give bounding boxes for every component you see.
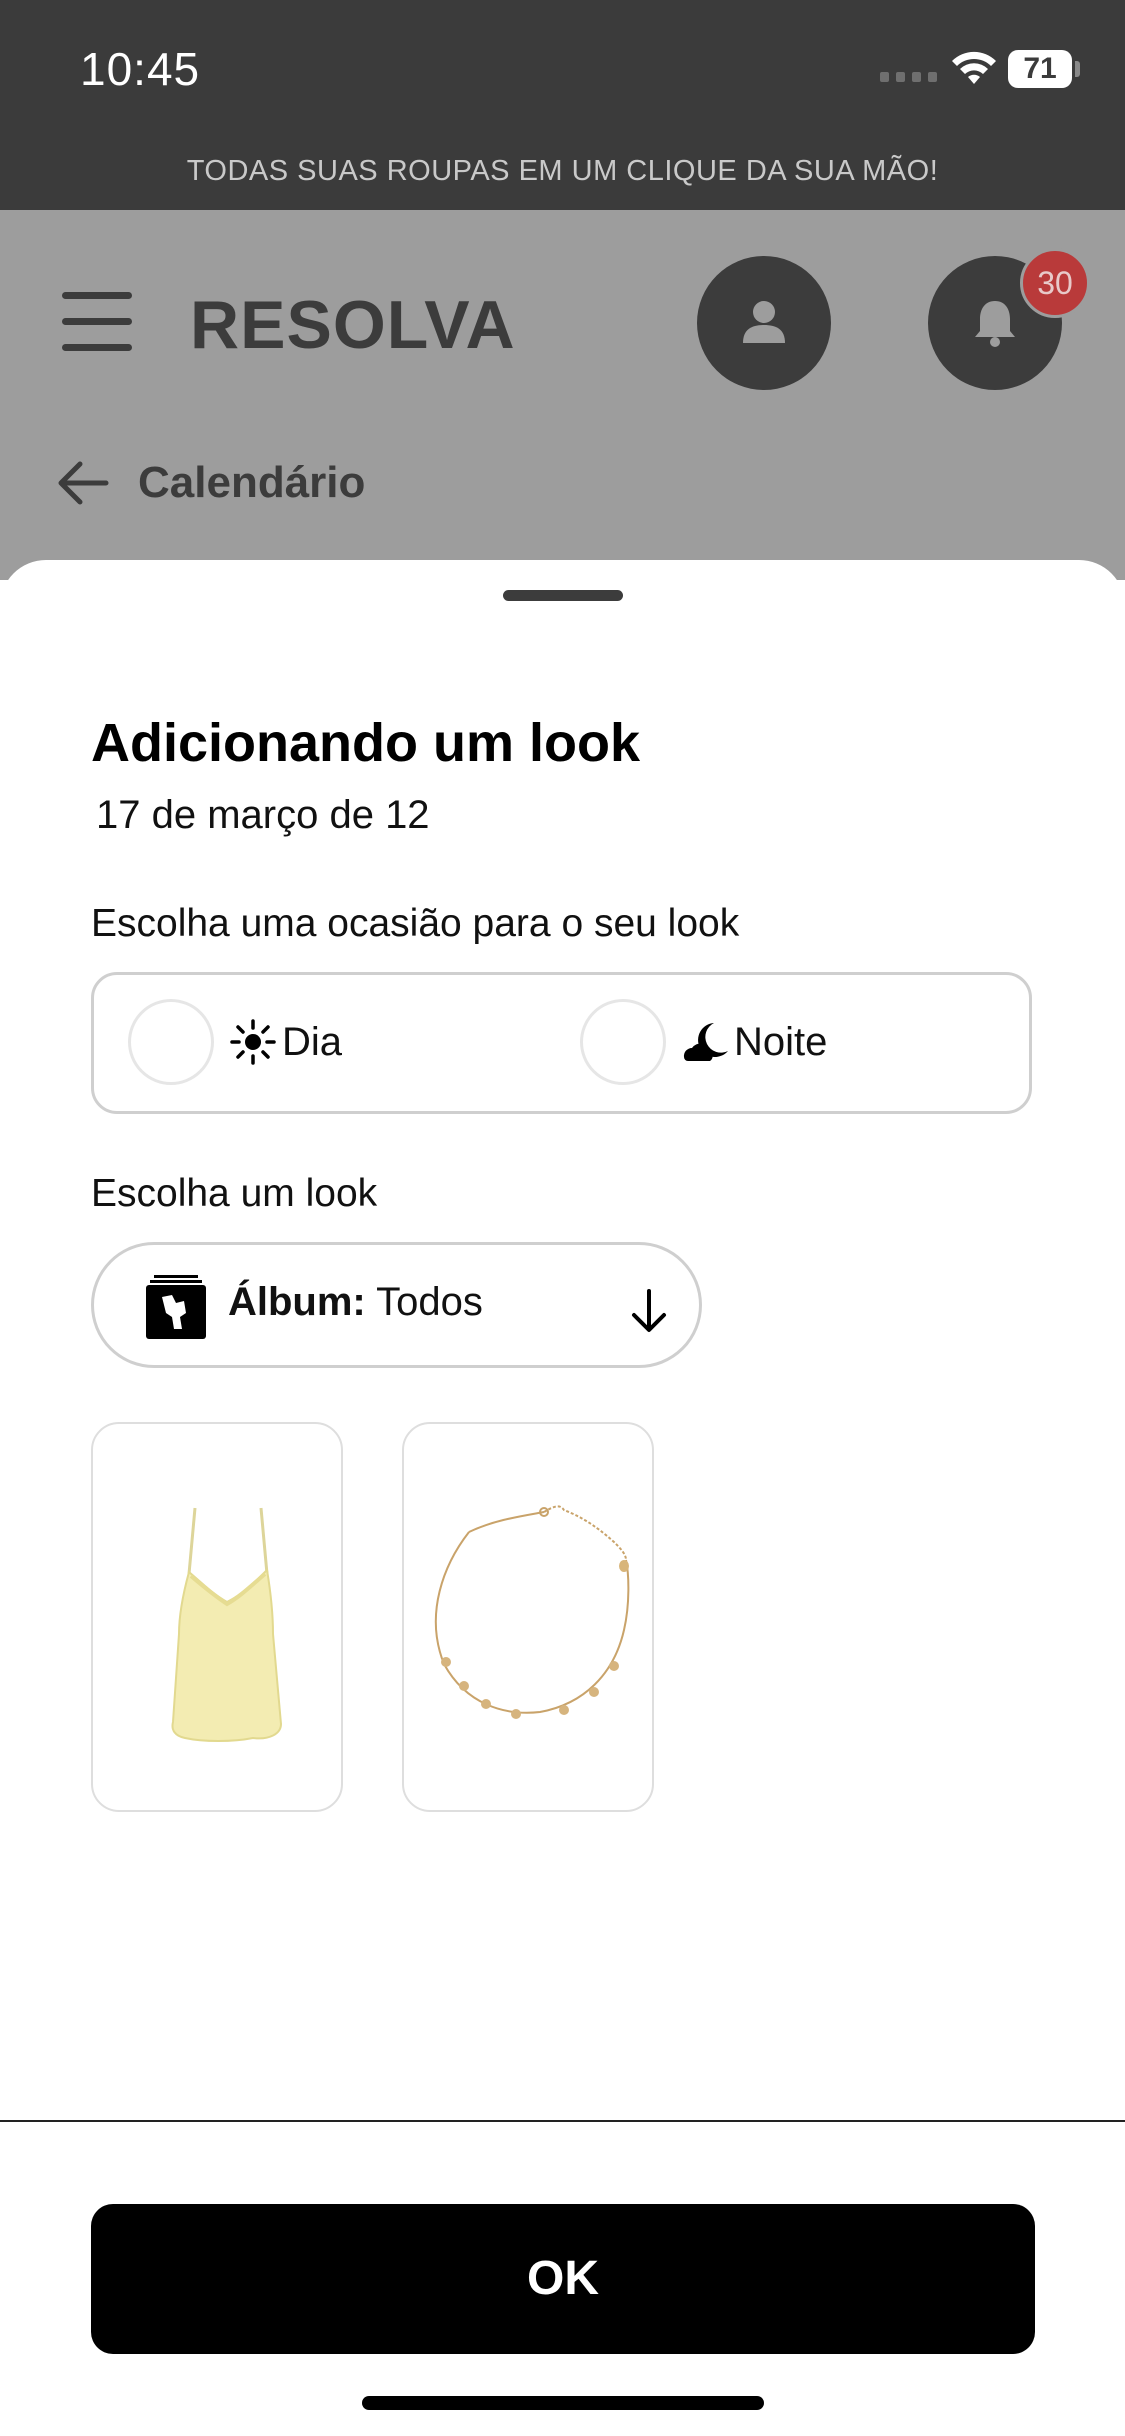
album-selected: Álbum: Todos (228, 1280, 483, 1325)
home-indicator (362, 2396, 764, 2410)
cellular-signal-icon (880, 72, 937, 82)
album-value: Todos (376, 1280, 483, 1324)
status-bar: 10:45 71 (0, 0, 1125, 146)
camisole-image (171, 1507, 283, 1742)
album-icon (146, 1275, 206, 1339)
night-radio[interactable] (580, 999, 666, 1085)
promo-banner: TODAS SUAS ROUPAS EM UM CLIQUE DA SUA MÃ… (0, 146, 1125, 210)
wifi-icon (952, 51, 996, 84)
necklace-image (434, 1505, 630, 1719)
brand-logo: RESOLVA (190, 287, 516, 363)
occasion-selector: Dia Noite (91, 972, 1032, 1114)
day-radio[interactable] (128, 999, 214, 1085)
look-label: Escolha um look (91, 1172, 378, 1215)
profile-button[interactable] (697, 256, 831, 390)
back-label: Calendário (138, 458, 366, 507)
clock: 10:45 (80, 43, 201, 95)
back-button[interactable]: Calendário (56, 458, 365, 508)
occasion-option-night[interactable]: Noite (580, 999, 827, 1085)
look-card[interactable] (91, 1422, 343, 1812)
night-label: Noite (734, 1019, 828, 1064)
arrow-down-icon (632, 1289, 666, 1332)
battery-tip (1075, 61, 1080, 77)
occasion-option-day[interactable]: Dia (128, 999, 342, 1085)
add-look-sheet: Adicionando um look 17 de março de 12 Es… (0, 560, 1125, 2436)
occasion-label: Escolha uma ocasião para o seu look (91, 902, 740, 945)
ok-button[interactable]: OK (91, 2204, 1035, 2354)
day-label: Dia (282, 1019, 343, 1064)
look-card[interactable] (402, 1422, 654, 1812)
sheet-title: Adicionando um look (91, 713, 640, 773)
cloud-moon-icon (683, 1023, 728, 1061)
sheet-grabber[interactable] (503, 590, 623, 601)
user-icon (743, 301, 785, 343)
notification-badge: 30 (1020, 248, 1090, 318)
app-header: RESOLVA 30 Calendário (0, 210, 1125, 580)
album-dropdown[interactable]: Álbum: Todos (91, 1242, 702, 1368)
selected-date: 17 de março de 12 (96, 793, 430, 837)
album-key: Álbum: (228, 1280, 366, 1324)
arrow-left-icon (58, 461, 109, 505)
bottom-divider (0, 2120, 1125, 2122)
sun-icon (230, 1019, 276, 1065)
battery-icon: 71 (1008, 50, 1072, 88)
bell-icon (975, 301, 1015, 347)
menu-icon[interactable] (62, 292, 132, 351)
